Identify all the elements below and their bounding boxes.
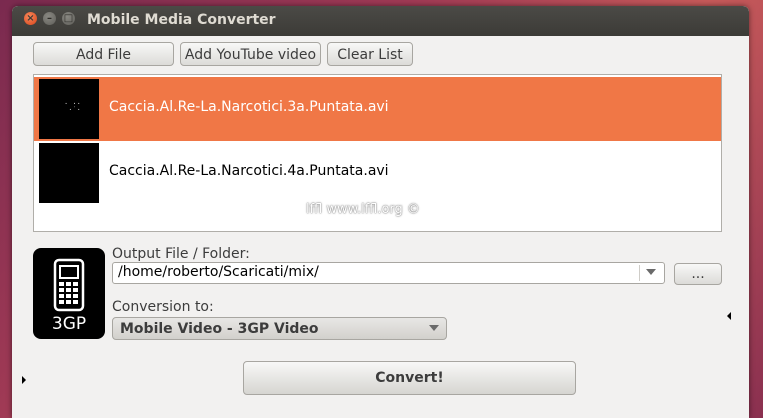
expander-left-icon[interactable] [727,312,731,320]
expander-right-icon[interactable] [22,376,26,384]
browse-button[interactable]: ... [674,263,722,285]
title-bar: × – □ Mobile Media Converter [12,6,749,36]
minimize-window-button[interactable]: – [43,12,56,25]
output-folder-label: Output File / Folder: [112,246,250,262]
maximize-window-button[interactable]: □ [62,12,75,25]
file-list-item[interactable]: · ·· ·˙· Caccia.Al.Re-La.Narcotici.3a.Pu… [34,77,721,141]
main-window: × – □ Mobile Media Converter Add File Ad… [12,6,749,418]
chevron-down-icon [429,325,439,331]
close-window-button[interactable]: × [24,12,37,25]
window-title: Mobile Media Converter [87,12,276,28]
video-thumbnail: · ·· ·˙· [39,79,99,139]
conversion-format-value: Mobile Video - 3GP Video [120,321,319,337]
video-thumbnail [39,143,99,203]
file-name: Caccia.Al.Re-La.Narcotici.4a.Puntata.avi [109,163,389,179]
combo-separator [639,265,640,281]
convert-button[interactable]: Convert! [243,361,576,395]
format-icon: 3GP [33,248,105,339]
file-list-item[interactable]: Caccia.Al.Re-La.Narcotici.4a.Puntata.avi [34,141,721,205]
output-folder-combo[interactable]: /home/roberto/Scaricati/mix/ [112,262,665,284]
file-name: Caccia.Al.Re-La.Narcotici.3a.Puntata.avi [109,99,389,115]
conversion-format-select[interactable]: Mobile Video - 3GP Video [112,317,447,340]
file-list[interactable]: · ·· ·˙· Caccia.Al.Re-La.Narcotici.3a.Pu… [33,74,722,232]
conversion-label: Conversion to: [112,299,214,315]
chevron-down-icon[interactable] [646,269,656,275]
format-label: 3GP [51,314,87,334]
add-youtube-video-button[interactable]: Add YouTube video [180,42,321,66]
clear-list-button[interactable]: Clear List [327,42,413,66]
watermark: lffl www.lffl.org © [306,202,420,217]
output-folder-value[interactable]: /home/roberto/Scaricati/mix/ [118,264,319,280]
add-file-button[interactable]: Add File [33,42,174,66]
